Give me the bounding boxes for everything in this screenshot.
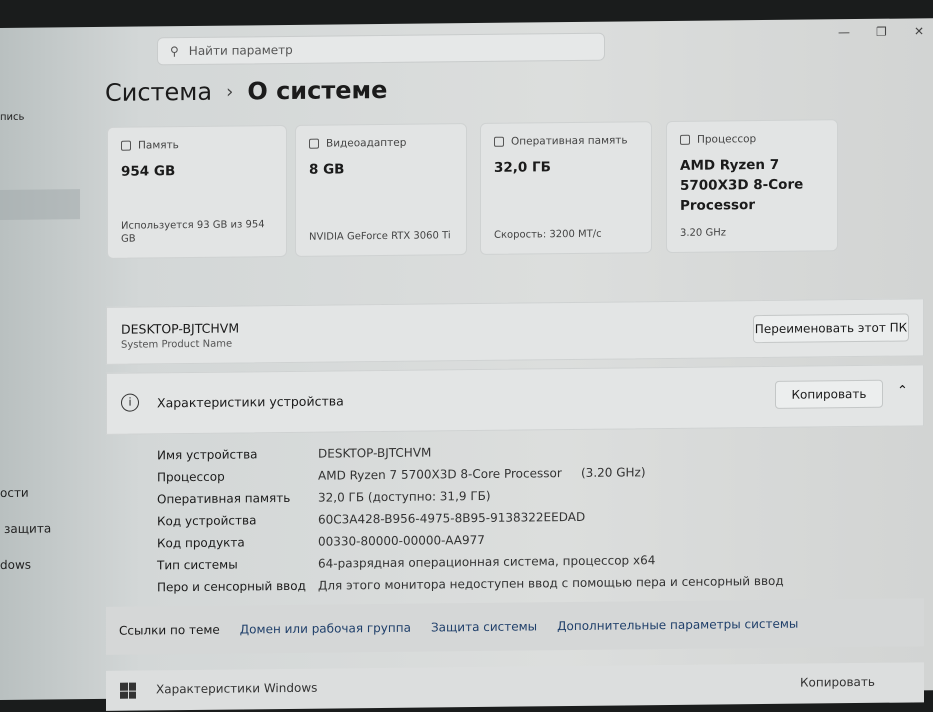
card-sub: Скорость: 3200 МТ/с	[494, 228, 602, 241]
card-sub: NVIDIA GeForce RTX 3060 Ti	[309, 230, 451, 243]
storage-icon	[121, 140, 131, 151]
close-button[interactable]: ✕	[914, 24, 924, 38]
sidebar-item[interactable]: пись	[0, 112, 24, 123]
pc-name: DESKTOP-BJTCHVM	[121, 320, 240, 337]
page-title: О системе	[247, 75, 388, 106]
display-icon	[309, 138, 319, 149]
copy-windows-specs-button[interactable]: Копировать	[800, 675, 875, 690]
chevron-right-icon: ›	[226, 81, 234, 103]
pc-name-panel: DESKTOP-BJTCHVM System Product Name Пере…	[106, 298, 924, 365]
search-box[interactable]: ⚲ Найти параметр	[157, 32, 605, 66]
link-system-protection[interactable]: Защита системы	[431, 619, 537, 634]
windows-specs-title: Характеристики Windows	[156, 680, 318, 697]
ram-card[interactable]: Оперативная память 32,0 ГБ Скорость: 320…	[480, 121, 652, 255]
card-value: AMD Ryzen 7 5700X3D 8-Core Processor	[680, 156, 804, 214]
rename-pc-button[interactable]: Переименовать этот ПК	[753, 313, 909, 344]
sidebar-item[interactable]: защита	[4, 521, 51, 535]
cpu-card[interactable]: Процессор AMD Ryzen 7 5700X3D 8-Core Pro…	[666, 119, 838, 254]
windows-specs-header[interactable]: Характеристики Windows Копировать	[106, 662, 924, 711]
link-advanced-system-settings[interactable]: Дополнительные параметры системы	[557, 617, 798, 634]
card-title: Процессор	[697, 133, 757, 146]
maximize-button[interactable]: ❐	[876, 25, 887, 39]
settings-window: ⚲ Найти параметр — ❐ ✕ Система › О систе…	[0, 18, 933, 711]
memory-icon	[494, 136, 504, 147]
sidebar-item[interactable]: dows	[0, 558, 31, 572]
search-input[interactable]: Найти параметр	[189, 43, 293, 58]
windows-logo-icon	[120, 682, 136, 699]
card-value: 32,0 ГБ	[494, 159, 551, 176]
related-links: Ссылки по теме Домен или рабочая группа …	[106, 598, 924, 655]
device-specs-title: Характеристики устройства	[157, 393, 344, 411]
minimize-button[interactable]: —	[838, 25, 850, 39]
gpu-card[interactable]: Видеоадаптер 8 GB NVIDIA GeForce RTX 306…	[295, 123, 467, 257]
card-title: Видеоадаптер	[326, 136, 407, 150]
chevron-up-icon[interactable]: ⌃	[897, 383, 908, 398]
sidebar-selected-item[interactable]	[0, 189, 80, 220]
copy-specs-button[interactable]: Копировать	[775, 379, 883, 409]
card-value: 954 GB	[121, 163, 176, 180]
breadcrumb: Система › О системе	[105, 76, 387, 107]
info-icon: i	[121, 393, 139, 412]
related-links-label: Ссылки по теме	[119, 622, 220, 638]
search-icon: ⚲	[170, 44, 179, 59]
card-value: 8 GB	[309, 161, 345, 178]
link-domain-workgroup[interactable]: Домен или рабочая группа	[240, 621, 411, 637]
processor-icon	[680, 134, 690, 145]
card-sub: 3.20 GHz	[680, 227, 726, 239]
card-title: Оперативная память	[511, 134, 628, 148]
storage-card[interactable]: Память 954 GB Используется 93 GB из 954 …	[107, 124, 287, 259]
breadcrumb-parent[interactable]: Система	[105, 78, 212, 107]
card-sub: Используется 93 GB из 954 GB	[121, 219, 265, 245]
sidebar-item[interactable]: ости	[0, 486, 29, 500]
pc-model: System Product Name	[121, 338, 233, 351]
device-specs-header[interactable]: i Характеристики устройства Копировать ⌃	[106, 364, 924, 435]
card-title: Память	[138, 139, 179, 152]
device-specs-list: Имя устройства DESKTOP-BJTCHVM Процессор A…	[157, 438, 784, 599]
